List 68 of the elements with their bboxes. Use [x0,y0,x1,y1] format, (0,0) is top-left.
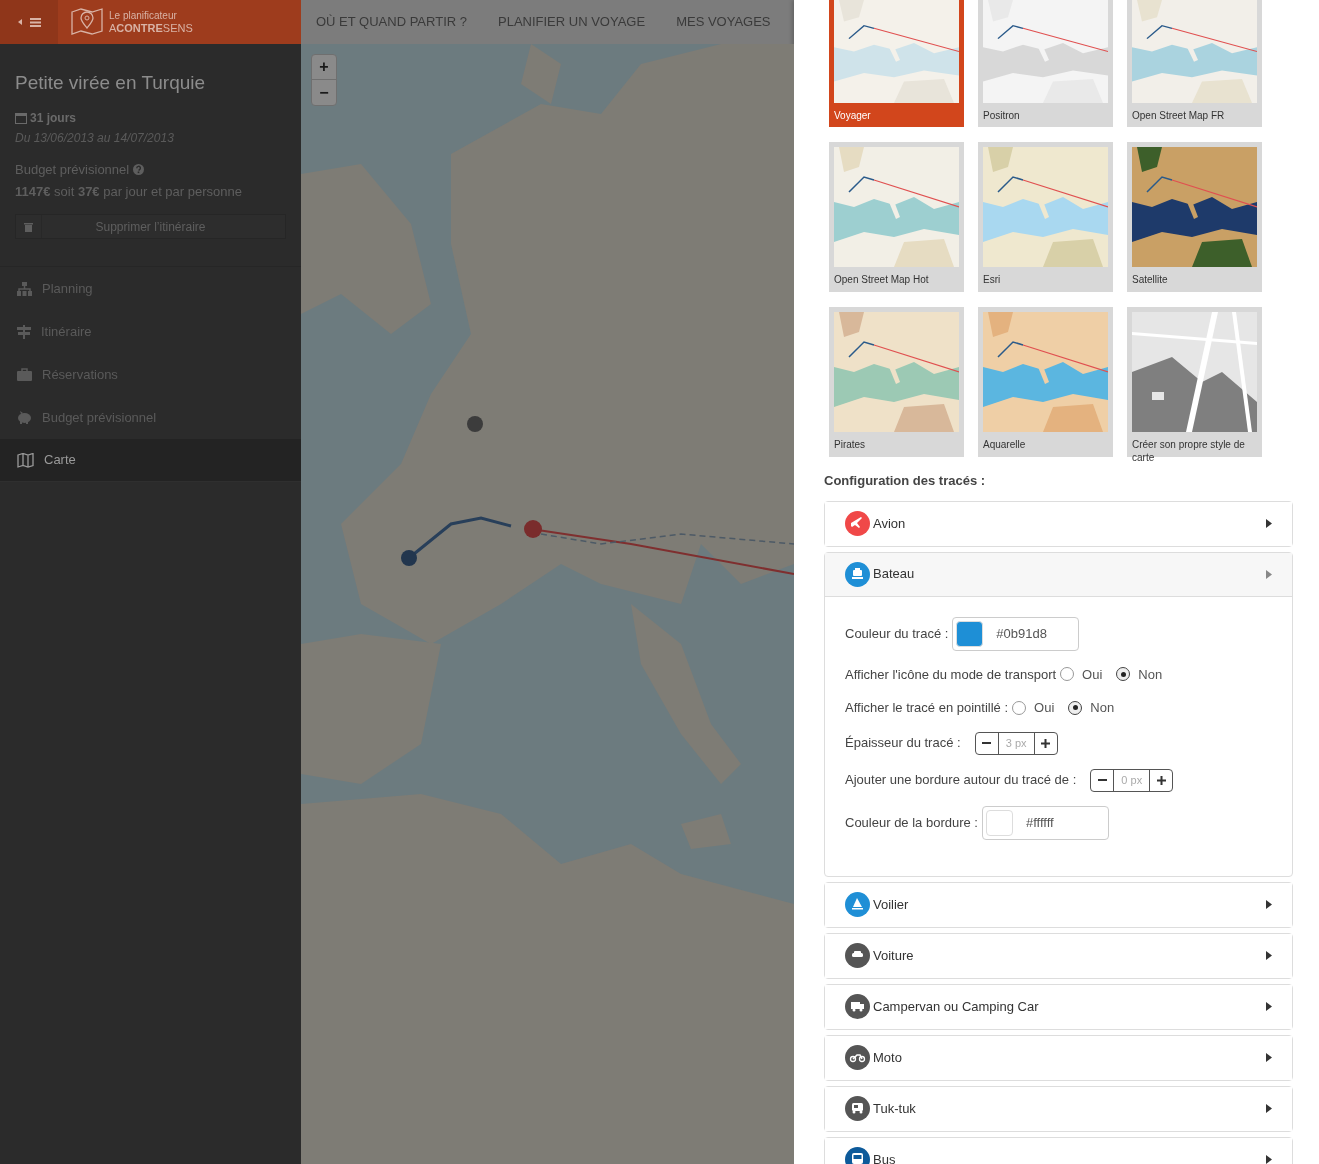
color-value: #ffffff [1026,813,1054,832]
map-icon [17,452,34,468]
caret-right-icon [1266,1155,1272,1164]
radio-option[interactable]: Oui [1012,698,1055,718]
field-label: Couleur de la bordure : [845,813,978,832]
radio-button[interactable] [1060,667,1075,682]
piggy-bank-icon [17,411,32,424]
accordion-header[interactable]: Avion [825,501,1292,546]
minus-icon [982,742,992,744]
caret-right-icon [1266,1104,1272,1113]
plus-icon [1156,775,1166,785]
color-field[interactable]: #ffffff [982,805,1109,840]
radio-option[interactable]: Oui [1060,664,1103,684]
caret-right-icon [1266,519,1272,528]
accordion-header[interactable]: Moto [825,1035,1292,1080]
trash-icon [24,221,33,232]
zoom-in-button[interactable]: + [312,55,336,80]
menu-toggle[interactable] [0,0,58,44]
minus-icon [1097,779,1107,781]
accordion-header[interactable]: Voilier [825,882,1292,927]
accordion-header[interactable]: Campervan ou Camping Car [825,984,1292,1029]
zoom-out-button[interactable]: − [312,80,336,105]
radio-option[interactable]: Non [1116,664,1163,684]
map-style-card[interactable]: Positron [978,0,1113,127]
caret-left-icon [17,19,22,25]
map-style-card[interactable]: Open Street Map Hot [829,142,964,292]
plus-icon [1041,738,1051,748]
caret-right-icon [1266,900,1272,909]
field-label: Afficher le tracé en pointillé : [845,699,1009,717]
logo-wordmark: ACONTRESENS [109,22,193,34]
stepper-field[interactable]: 0 px [1090,768,1174,792]
help-icon [133,164,145,176]
accordion-header[interactable]: Tuk-tuk [825,1086,1292,1131]
map-style-card[interactable]: Aquarelle [978,307,1113,457]
suitcase-icon [17,368,32,381]
radio-button[interactable] [1116,667,1131,682]
trip-duration: 31 jours [30,110,77,127]
map-style-card[interactable]: Esri [978,142,1113,292]
signpost-icon [17,324,31,339]
field-label: Couleur du tracé : [845,624,949,643]
map-style-card[interactable]: Open Street Map FR [1127,0,1262,127]
map-style-card[interactable]: Satellite [1127,142,1262,292]
map-style-card[interactable]: Pirates [829,307,964,457]
field-label: Ajouter une bordure autour du tracé de : [845,771,1077,790]
map-pin-logo-icon [71,8,103,36]
caret-right-icon [1266,1002,1272,1011]
sitemap-icon [17,281,32,296]
section-heading: Configuration des tracés : [824,472,987,490]
menu-icon [29,17,41,27]
caret-right-icon [1266,569,1272,579]
color-field[interactable]: #0b91d8 [952,616,1080,651]
sidebar-nav-item[interactable]: Carte [0,439,301,482]
color-value: #0b91d8 [996,624,1047,643]
radio-button[interactable] [1012,700,1027,715]
field-label: Épaisseur du tracé : [845,734,961,753]
trip-title: Petite virée en Turquie [15,71,207,95]
stepper-field[interactable]: 3 px [974,731,1058,755]
radio-button[interactable] [1068,700,1083,715]
accordion-header[interactable]: Voiture [825,933,1292,978]
caret-right-icon [1266,1053,1272,1062]
calendar-icon [15,112,27,124]
accordion-header[interactable]: Bus [825,1137,1292,1164]
map-style-card[interactable]: Voyager [829,0,964,127]
radio-option[interactable]: Non [1068,698,1115,718]
logo-tagline: Le planificateur [109,10,178,22]
caret-right-icon [1266,951,1272,960]
field-label: Afficher l'icône du mode de transport [845,665,1057,684]
accordion-header[interactable]: Bateau [825,552,1292,597]
